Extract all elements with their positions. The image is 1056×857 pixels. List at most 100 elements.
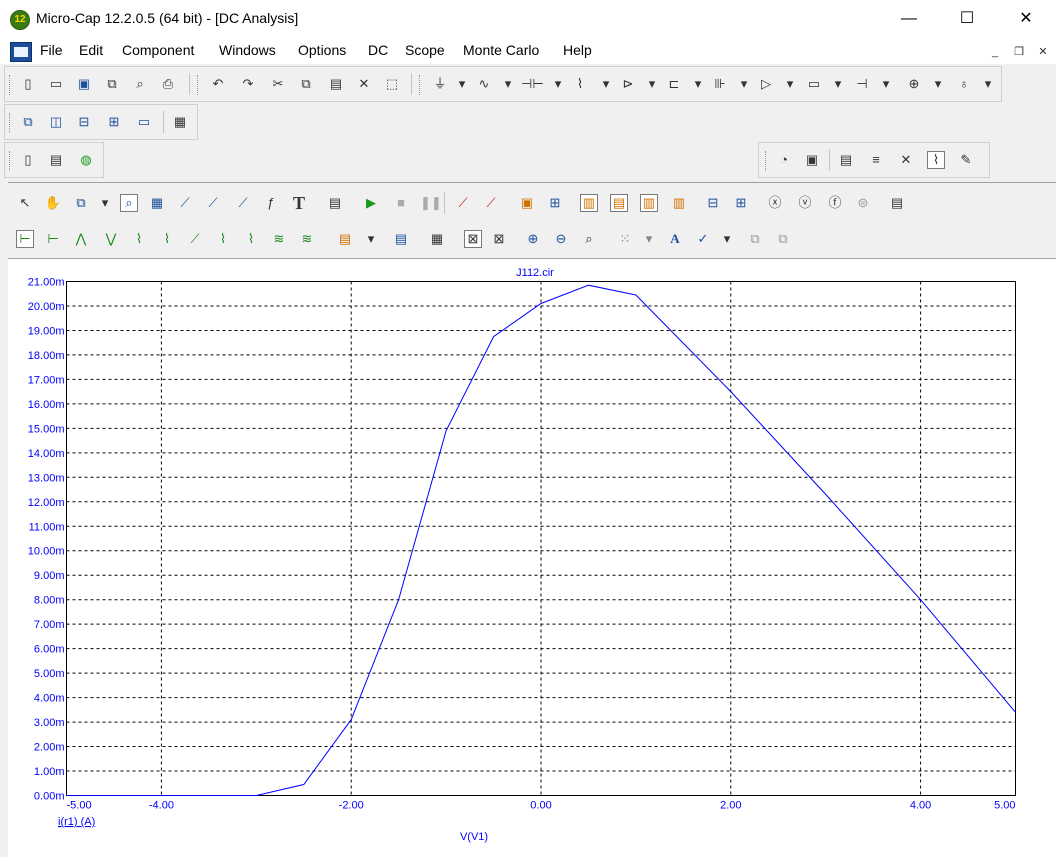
- diode-icon[interactable]: ⊳: [619, 75, 637, 93]
- function-icon[interactable]: ƒ: [262, 194, 280, 212]
- mdi-restore-button[interactable]: ❐: [1011, 44, 1027, 60]
- menu-edit[interactable]: Edit: [79, 42, 103, 58]
- clipboard-icon[interactable]: ▤: [336, 230, 354, 248]
- dc-analysis-chart[interactable]: J112.cir 0.00m 1.00m 2.00m 3.00m 4.00m 5.00m 6…: [8, 259, 1056, 857]
- auto-scale-icon[interactable]: ⊠: [490, 230, 508, 248]
- cut-icon[interactable]: ✂: [269, 75, 287, 93]
- point-tag-icon[interactable]: ▦: [428, 230, 446, 248]
- ground-icon[interactable]: ⏚: [431, 75, 449, 93]
- opamp-icon[interactable]: ▷: [757, 75, 775, 93]
- select-all-icon[interactable]: ⬚: [383, 75, 401, 93]
- high-icon[interactable]: ⌇: [130, 230, 148, 248]
- open-icon[interactable]: ▭: [47, 75, 65, 93]
- graph-slope-icon[interactable]: ⟋: [234, 194, 252, 212]
- menu-component[interactable]: Component: [122, 42, 194, 58]
- cascade-icon[interactable]: ⧉: [19, 113, 37, 131]
- top-icon[interactable]: ≋: [270, 230, 288, 248]
- globe-icon[interactable]: ◍: [77, 151, 95, 169]
- cursor-b-icon[interactable]: ⓥ: [796, 194, 814, 212]
- menu-help[interactable]: Help: [563, 42, 592, 58]
- resistor-icon[interactable]: ⌇: [571, 75, 589, 93]
- toolbar-grip[interactable]: [419, 75, 423, 95]
- battery-icon[interactable]: ⊣: [853, 75, 871, 93]
- restore-limits-icon[interactable]: ⌕: [580, 230, 598, 248]
- tile-horizontal-icon[interactable]: ⊟: [75, 113, 93, 131]
- mdi-minimize-button[interactable]: _: [987, 44, 1003, 60]
- chevron-down-icon[interactable]: ▾: [979, 75, 997, 93]
- copy-icon[interactable]: ⧉: [297, 75, 315, 93]
- close-button[interactable]: ✕: [1003, 0, 1049, 38]
- chevron-down-icon[interactable]: ▾: [597, 75, 615, 93]
- chevron-down-icon[interactable]: ▾: [96, 194, 114, 212]
- mdi-close-button[interactable]: ✕: [1035, 44, 1051, 60]
- properties-icon[interactable]: ▤: [326, 194, 344, 212]
- scale-icon[interactable]: ⧉: [72, 194, 90, 212]
- paste-icon[interactable]: ▤: [327, 75, 345, 93]
- toolbar-grip[interactable]: [9, 113, 13, 133]
- zoom-in-icon[interactable]: ⊕: [524, 230, 542, 248]
- cursor-f-icon[interactable]: ⓕ: [826, 194, 844, 212]
- inflection-icon[interactable]: ⟋: [186, 230, 204, 248]
- tile-vertical-icon[interactable]: ◫: [47, 113, 65, 131]
- pan-icon[interactable]: ✋: [44, 194, 62, 212]
- step-all-icon[interactable]: ⟋: [482, 194, 500, 212]
- plot-properties-icon[interactable]: ▤: [888, 194, 906, 212]
- toolbar-grip[interactable]: [197, 75, 201, 95]
- y-axis-label[interactable]: i(r1) (A): [58, 816, 95, 828]
- pause-icon[interactable]: ❚❚: [420, 194, 442, 212]
- valley-icon[interactable]: ⋁: [102, 230, 120, 248]
- grid-1-icon[interactable]: ▥: [580, 194, 598, 212]
- chevron-down-icon[interactable]: ▾: [718, 230, 736, 248]
- horizontal-axis-icon[interactable]: ⊞: [732, 194, 750, 212]
- grid-4-icon[interactable]: ▥: [670, 194, 688, 212]
- chevron-down-icon[interactable]: ▾: [781, 75, 799, 93]
- go-to-x-icon[interactable]: ⊢: [16, 230, 34, 248]
- paste-plot-icon[interactable]: ⧉: [774, 230, 792, 248]
- go-to-y-icon[interactable]: ⊢: [44, 230, 62, 248]
- data-points-icon[interactable]: ⊞: [546, 194, 564, 212]
- component-panel-icon[interactable]: ▯: [19, 151, 37, 169]
- chevron-down-icon[interactable]: ▾: [829, 75, 847, 93]
- low-icon[interactable]: ⌇: [158, 230, 176, 248]
- run-analysis-icon[interactable]: ◔: [775, 151, 793, 169]
- transistor-icon[interactable]: ⊏: [665, 75, 683, 93]
- graph-edit-icon[interactable]: ⟋: [176, 194, 194, 212]
- step-icon[interactable]: ⟋: [454, 194, 472, 212]
- source-icon[interactable]: ⊕: [905, 75, 923, 93]
- chevron-down-icon[interactable]: ▾: [362, 230, 380, 248]
- save-icon[interactable]: ▣: [75, 75, 93, 93]
- cursor-a-icon[interactable]: ⓧ: [766, 194, 784, 212]
- bottom-icon[interactable]: ≋: [298, 230, 316, 248]
- pointer-icon[interactable]: ↖: [16, 194, 34, 212]
- cursor-clear-icon[interactable]: ⊜: [854, 194, 872, 212]
- wire-icon[interactable]: ∿: [475, 75, 493, 93]
- tools-icon[interactable]: ✕: [897, 151, 915, 169]
- chevron-down-icon[interactable]: ▾: [499, 75, 517, 93]
- toolbar-grip[interactable]: [765, 151, 769, 171]
- probe-icon[interactable]: ♁: [955, 75, 973, 93]
- minimize-button[interactable]: —: [886, 0, 932, 38]
- new-icon[interactable]: ▯: [19, 75, 37, 93]
- graph-peak-icon[interactable]: ⟋: [204, 194, 222, 212]
- print-preview-icon[interactable]: ⌕: [131, 75, 149, 93]
- grid-3-icon[interactable]: ▥: [640, 194, 658, 212]
- menu-windows[interactable]: Windows: [219, 42, 276, 58]
- chevron-down-icon[interactable]: ▾: [735, 75, 753, 93]
- global-high-icon[interactable]: ⌇: [214, 230, 232, 248]
- peak-icon[interactable]: ⋀: [72, 230, 90, 248]
- graph-icon[interactable]: ▦: [148, 194, 166, 212]
- undo-icon[interactable]: ↶: [209, 75, 227, 93]
- toolbar-grip[interactable]: [9, 75, 13, 95]
- global-low-icon[interactable]: ⌇: [242, 230, 260, 248]
- chevron-down-icon[interactable]: ▾: [877, 75, 895, 93]
- maximize-button[interactable]: ☐: [944, 0, 990, 38]
- variables-icon[interactable]: ▤: [837, 151, 855, 169]
- plot-view-icon[interactable]: ⌇: [927, 151, 945, 169]
- tile-icon[interactable]: ⁙: [616, 230, 634, 248]
- redo-icon[interactable]: ↷: [239, 75, 257, 93]
- chevron-down-icon[interactable]: ▾: [453, 75, 471, 93]
- plot-panel[interactable]: J112.cir 0.00m 1.00m 2.00m 3.00m 4.00m 5.00m 6…: [8, 258, 1056, 857]
- calculator-icon[interactable]: ▦: [171, 113, 189, 131]
- split-window-icon[interactable]: ⊞: [105, 113, 123, 131]
- chevron-down-icon[interactable]: ▾: [689, 75, 707, 93]
